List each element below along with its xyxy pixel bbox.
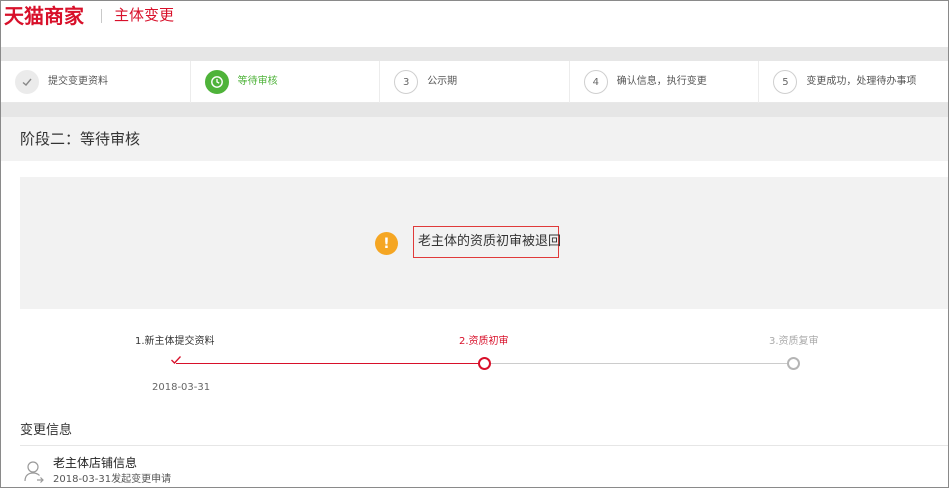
timeline-label-submit: 1.新主体提交资料: [135, 336, 215, 347]
timeline-progress-line: [176, 363, 484, 364]
change-request-date: 2018-03-31发起变更申请: [53, 474, 172, 485]
tmall-merchant-logo[interactable]: 天猫商家: [4, 4, 84, 28]
status-panel: ! 老主体的资质初审被退回: [20, 177, 948, 309]
header-divider: [101, 9, 102, 23]
stage-title: 阶段二：等待审核: [20, 130, 141, 148]
step-public-notice: 3 公示期: [380, 61, 570, 103]
step-label: 等待审核: [237, 76, 278, 87]
page-title: 主体变更: [114, 6, 175, 24]
status-message: 老主体的资质初审被退回: [418, 234, 562, 249]
status-highlight: 老主体的资质初审被退回: [413, 226, 562, 258]
check-icon-glyph: [22, 78, 32, 86]
clock-icon-glyph: [210, 76, 223, 88]
timeline-node-current: [478, 357, 491, 370]
timeline-pending-line: [484, 363, 794, 364]
check-icon: [170, 354, 182, 368]
header: 天猫商家 主体变更: [1, 1, 948, 47]
step-label: 提交变更资料: [48, 76, 108, 87]
step-label: 变更成功，处理待办事项: [806, 76, 917, 87]
page-frame: 天猫商家 主体变更 提交变更资料 等待审核 3 公示期 4 确认信息，执行变更 …: [0, 0, 949, 488]
step-confirm-execute: 4 确认信息，执行变更: [570, 61, 760, 103]
stage-header: 阶段二：等待审核: [1, 117, 948, 161]
user-icon: [23, 459, 45, 485]
user-icon-glyph: [24, 461, 44, 483]
step-number: 4: [583, 70, 608, 94]
exclamation-icon: !: [375, 232, 398, 255]
step-number: 5: [773, 70, 798, 94]
section-divider: [20, 445, 948, 446]
timeline-label-second-review: 3.资质复审: [769, 336, 819, 347]
step-label: 公示期: [427, 76, 458, 87]
old-entity-store-info-link[interactable]: 老主体店铺信息: [53, 455, 137, 471]
step-label: 确认信息，执行变更: [616, 76, 707, 87]
clock-icon: [204, 70, 229, 94]
review-timeline: 1.新主体提交资料 2.资质初审 3.资质复审 2018-03-31: [1, 321, 948, 411]
process-steps: 提交变更资料 等待审核 3 公示期 4 确认信息，执行变更 5 变更成功，处理待…: [1, 61, 948, 103]
header-separator: [1, 47, 948, 61]
timeline-node-pending: [787, 357, 800, 370]
check-icon: [15, 70, 39, 94]
steps-separator: [1, 103, 948, 117]
change-info-title: 变更信息: [20, 423, 73, 438]
timeline-label-initial-review: 2.资质初审: [459, 336, 509, 347]
step-submit-materials: 提交变更资料: [1, 61, 191, 103]
step-change-success: 5 变更成功，处理待办事项: [759, 61, 948, 103]
step-await-review: 等待审核: [191, 61, 381, 103]
check-icon-glyph: [171, 356, 181, 364]
step-number: 3: [394, 70, 419, 94]
timeline-date: 2018-03-31: [152, 382, 211, 393]
